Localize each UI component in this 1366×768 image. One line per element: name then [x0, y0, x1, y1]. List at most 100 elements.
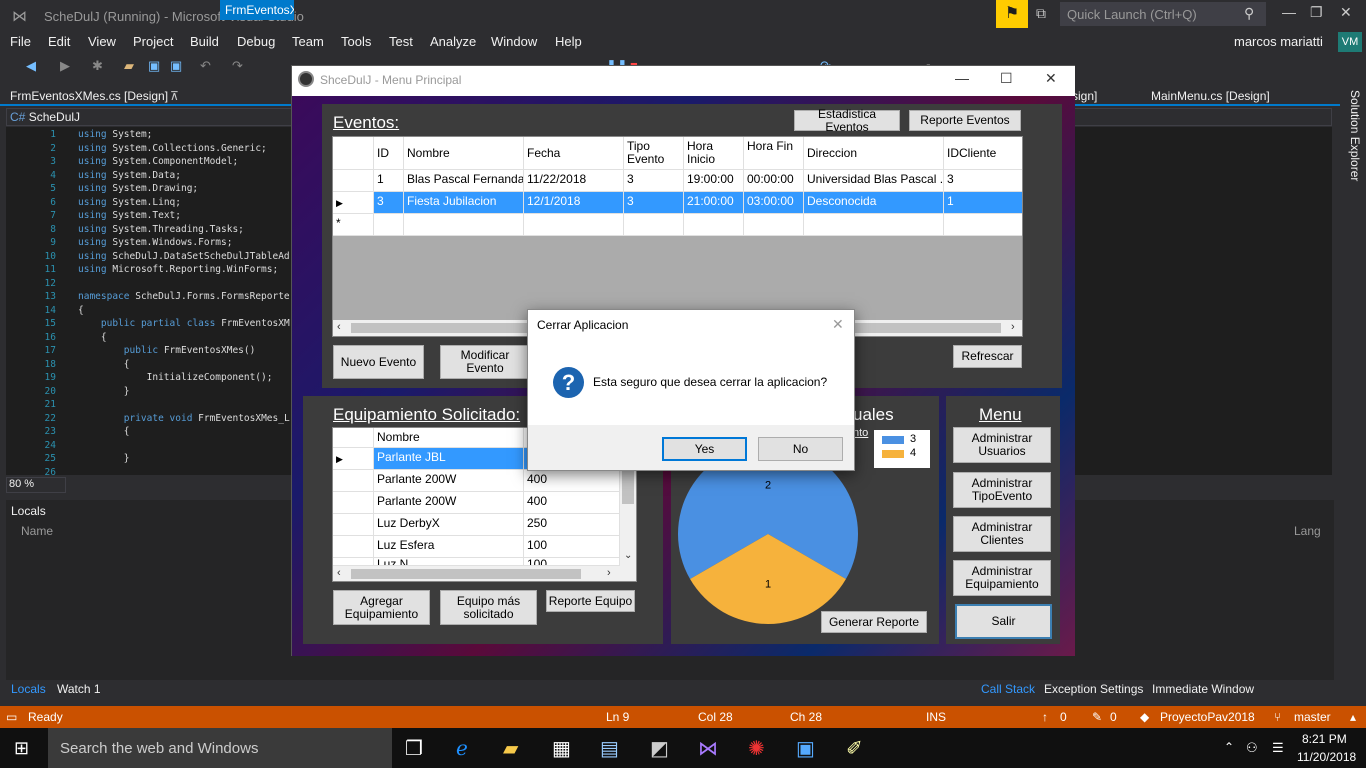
estadistica-eventos-button[interactable]: Estadistica Eventos	[794, 107, 900, 133]
menu-project[interactable]: Project	[133, 34, 173, 49]
menu-window[interactable]: Window	[491, 34, 537, 49]
table-cell[interactable]: Luz N	[374, 558, 524, 566]
column-header-tipo-evento[interactable]: Tipo Evento	[624, 137, 684, 170]
tab-immediate-window[interactable]: Immediate Window	[1152, 682, 1254, 696]
pencil-icon[interactable]: ✎	[1092, 710, 1102, 724]
table-cell[interactable]: 100	[524, 536, 620, 558]
table-cell[interactable]: 400	[524, 492, 620, 514]
table-cell-selected[interactable]: 03:00:00	[744, 192, 804, 214]
menu-build[interactable]: Build	[190, 34, 219, 49]
app-icon-2[interactable]: ◩	[650, 736, 669, 761]
save-all-icon[interactable]: ▣	[170, 58, 182, 74]
table-cell[interactable]: 00:00:00	[744, 170, 804, 192]
row-header[interactable]	[333, 492, 374, 514]
row-header[interactable]	[333, 170, 374, 192]
table-cell[interactable]: 11/22/2018	[524, 170, 624, 192]
table-cell[interactable]: 3	[944, 170, 1022, 192]
solution-explorer-tab[interactable]: Solution Explorer	[1336, 90, 1362, 181]
table-cell[interactable]	[944, 214, 1022, 236]
horizontal-scrollbar[interactable]: ‹ ›	[333, 566, 636, 581]
table-cell[interactable]	[804, 214, 944, 236]
column-header-id[interactable]: ID	[374, 137, 404, 170]
no-button[interactable]: No	[758, 437, 843, 461]
file-explorer-icon[interactable]: ▰	[503, 736, 518, 761]
column-header-hora-inicio[interactable]: Hora Inicio	[684, 137, 744, 170]
repo-icon[interactable]: ◆	[1140, 710, 1149, 724]
tab-frmeventosxmes-design[interactable]: FrmEventosXMes.cs [Design]	[10, 89, 168, 103]
branch-name[interactable]: master	[1294, 710, 1331, 724]
table-cell[interactable]: Luz DerbyX	[374, 514, 524, 536]
menu-team[interactable]: Team	[292, 34, 324, 49]
tab-locals[interactable]: Locals	[11, 682, 46, 696]
column-header-nombre[interactable]: Nombre	[374, 428, 524, 448]
tab-design-partial[interactable]: sign]	[1072, 89, 1097, 103]
tab-mainmenu-design[interactable]: MainMenu.cs [Design]	[1151, 89, 1270, 103]
zoom-level-select[interactable]: 80 %	[6, 477, 66, 493]
table-cell[interactable]	[404, 214, 524, 236]
eventos-grid[interactable]: ID Nombre Fecha Tipo Evento Hora Inicio …	[332, 136, 1023, 337]
reporte-eventos-button[interactable]: Reporte Eventos	[909, 110, 1021, 131]
row-header-selected[interactable]: ▶	[333, 192, 374, 214]
project-selector[interactable]: C# ScheDulJ	[10, 110, 80, 124]
menu-file[interactable]: File	[10, 34, 31, 49]
reporte-equipo-button[interactable]: Reporte Equipo	[546, 590, 635, 612]
table-cell[interactable]	[744, 214, 804, 236]
scroll-right-icon[interactable]: ›	[1011, 321, 1015, 333]
administrar-tipoevento-button[interactable]: Administrar TipoEvento	[953, 472, 1051, 508]
tab-call-stack[interactable]: Call Stack	[981, 682, 1035, 696]
scroll-thumb[interactable]	[351, 569, 581, 579]
back-icon[interactable]: ◀	[26, 58, 36, 74]
minimize-icon[interactable]: —	[1282, 4, 1296, 20]
menu-edit[interactable]: Edit	[48, 34, 70, 49]
pin-icon[interactable]: ⊼	[170, 89, 179, 103]
dialog-close-icon[interactable]: ✕	[832, 316, 844, 333]
table-cell[interactable]: 1	[374, 170, 404, 192]
column-header-hora-fin[interactable]: Hora Fin	[744, 137, 804, 170]
scroll-down-icon[interactable]: ⌄	[624, 550, 632, 561]
scroll-right-icon[interactable]: ›	[607, 567, 611, 579]
publish-icon[interactable]: ↑	[1042, 710, 1048, 724]
paint-icon[interactable]: ✐	[846, 736, 863, 761]
store-icon[interactable]: ▦	[552, 736, 571, 761]
table-cell-selected[interactable]: Desconocida	[804, 192, 944, 214]
menu-help[interactable]: Help	[555, 34, 582, 49]
row-header-selected[interactable]: ▶	[333, 448, 374, 470]
save-icon[interactable]: ▣	[148, 58, 160, 74]
quick-launch-input[interactable]: Quick Launch (Ctrl+Q)	[1060, 2, 1266, 26]
app-close-icon[interactable]: ✕	[1045, 70, 1057, 87]
app-maximize-icon[interactable]: ☐	[1000, 70, 1013, 87]
tab-frmeventosx-active[interactable]: FrmEventosX	[220, 0, 294, 20]
table-cell[interactable]	[524, 214, 624, 236]
table-cell-selected[interactable]: 21:00:00	[684, 192, 744, 214]
table-cell[interactable]: Luz Esfera	[374, 536, 524, 558]
table-cell[interactable]	[624, 214, 684, 236]
clock-time[interactable]: 8:21 PM	[1302, 732, 1347, 746]
refrescar-button[interactable]: Refrescar	[953, 345, 1022, 368]
table-cell[interactable]: Universidad Blas Pascal ...	[804, 170, 944, 192]
table-cell[interactable]: 400	[524, 470, 620, 492]
row-header-new[interactable]: *	[333, 214, 374, 236]
table-cell[interactable]	[374, 214, 404, 236]
table-cell-selected[interactable]: 3	[374, 192, 404, 214]
salir-button[interactable]: Salir	[955, 604, 1052, 639]
column-header-nombre[interactable]: Nombre	[404, 137, 524, 170]
app-icon-3[interactable]: ✺	[748, 736, 765, 761]
table-cell[interactable]: 100	[524, 558, 620, 566]
table-cell[interactable]: 250	[524, 514, 620, 536]
table-cell[interactable]: 3	[624, 170, 684, 192]
row-header[interactable]	[333, 470, 374, 492]
pending-changes-count[interactable]: 0	[1110, 710, 1117, 724]
locals-lang-column[interactable]: Lang	[1294, 524, 1321, 538]
open-folder-icon[interactable]: ▰	[124, 58, 134, 74]
menu-tools[interactable]: Tools	[341, 34, 371, 49]
search-icon[interactable]: ⚲	[1244, 5, 1254, 22]
column-header-direccion[interactable]: Direccion	[804, 137, 944, 170]
table-cell[interactable]	[684, 214, 744, 236]
menu-view[interactable]: View	[88, 34, 116, 49]
close-icon[interactable]: ✕	[1340, 4, 1352, 21]
visual-studio-icon[interactable]: ⋈	[698, 736, 718, 761]
restore-icon[interactable]: ❐	[1310, 4, 1323, 21]
column-header-idcliente[interactable]: IDCliente	[944, 137, 1022, 170]
row-header[interactable]	[333, 558, 374, 566]
equipo-mas-solicitado-button[interactable]: Equipo más solicitado	[440, 590, 537, 625]
